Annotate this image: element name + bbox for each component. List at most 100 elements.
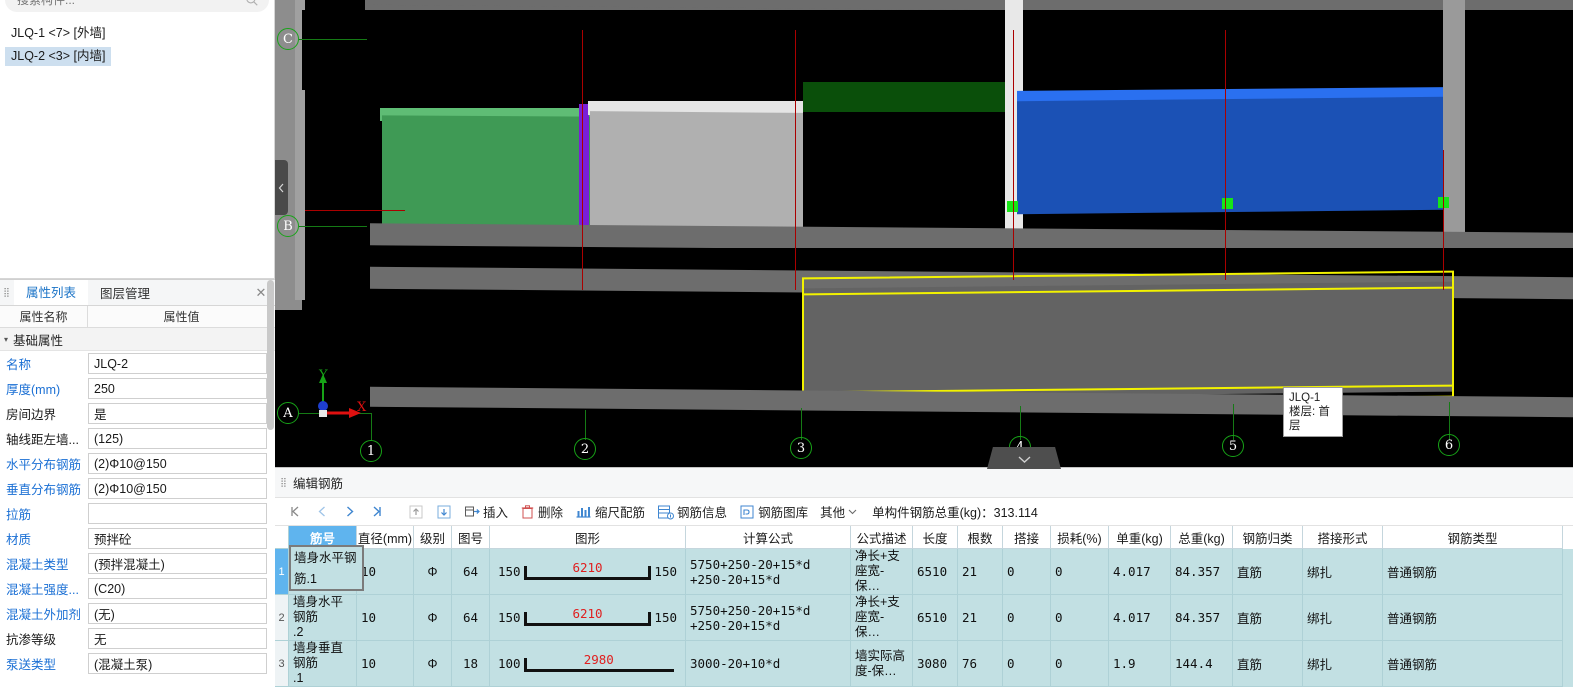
column-header[interactable]: 钢筋归类 (1233, 526, 1303, 549)
cell-diameter[interactable]: 10 (357, 595, 414, 641)
cell-length[interactable]: 3080 (913, 641, 958, 687)
drag-grip-icon[interactable]: ⣿ (0, 280, 14, 305)
property-value-field[interactable]: 预拌砼 (88, 528, 267, 549)
cell-total-weight[interactable]: 144.4 (1171, 641, 1233, 687)
property-value-field[interactable]: (2)Φ10@150 (88, 478, 267, 499)
grid-bubble-c[interactable]: C (277, 28, 299, 50)
cell-loss[interactable]: 0 (1051, 549, 1109, 595)
cell-edit-tooltip[interactable]: 墙身水平钢筋.1 (289, 545, 364, 591)
table-row[interactable]: 2 墙身水平钢筋 .2 10 Φ 64 150 6210 150 5750+250-20+15*d… (275, 595, 1573, 641)
tab-property-list[interactable]: 属性列表 (14, 280, 89, 305)
cell-unit-weight[interactable]: 4.017 (1109, 549, 1171, 595)
cell-length[interactable]: 6510 (913, 595, 958, 641)
model-3d-viewport[interactable]: C B A 1 2 3 4 5 6 Y X JLQ-1 楼层: 首层 (275, 0, 1573, 467)
selection-handle[interactable] (1222, 198, 1233, 209)
formula-description-cell[interactable]: 墙实际高 度-保… (851, 641, 913, 687)
cell-fig-no[interactable]: 64 (452, 595, 490, 641)
cell-lap-form[interactable]: 绑扎 (1303, 549, 1383, 595)
cell-count[interactable]: 21 (958, 549, 1003, 595)
column-header[interactable]: 钢筋类型 (1383, 526, 1563, 549)
cell-classification[interactable]: 直筋 (1233, 595, 1303, 641)
property-value-field[interactable] (88, 503, 267, 524)
cell-classification[interactable]: 直筋 (1233, 641, 1303, 687)
formula-cell[interactable]: 5750+250-20+15*d +250-20+15*d (686, 549, 851, 595)
cell-lap-form[interactable]: 绑扎 (1303, 595, 1383, 641)
prev-page-icon[interactable] (310, 500, 335, 524)
column-header[interactable]: 总重(kg) (1171, 526, 1233, 549)
property-group-basic[interactable]: ▾ 基础属性 (0, 328, 275, 351)
formula-description-cell[interactable]: 净长+支 座宽-保… (851, 549, 913, 595)
cell-grade[interactable]: Φ (414, 549, 452, 595)
column-header[interactable]: 公式描述 (851, 526, 913, 549)
property-value-field[interactable]: 无 (88, 628, 267, 649)
cell-rebar-type[interactable]: 普通钢筋 (1383, 641, 1563, 687)
formula-cell[interactable]: 3000-20+10*d (686, 641, 851, 687)
rebar-info-button[interactable]: 钢筋信息 (652, 500, 732, 524)
property-value-field[interactable]: 是 (88, 403, 267, 424)
delete-button[interactable]: 删除 (515, 500, 568, 524)
cell-diameter[interactable]: 10 (357, 641, 414, 687)
cell-diameter[interactable]: 10 (357, 549, 414, 595)
column-header[interactable]: 单重(kg) (1109, 526, 1171, 549)
row-number[interactable]: 1 (275, 549, 289, 595)
other-menu-button[interactable]: 其他 (815, 500, 862, 524)
column-header[interactable]: 直径(mm) (357, 526, 414, 549)
cell-lap-form[interactable]: 绑扎 (1303, 641, 1383, 687)
cell-lap[interactable]: 0 (1003, 641, 1051, 687)
next-page-icon[interactable] (337, 500, 362, 524)
table-row[interactable]: 3 墙身垂直钢筋 .1 10 Φ 18 100 2980 3000-20+10*d 墙实际高 度-保… (275, 641, 1573, 687)
first-page-icon[interactable] (283, 500, 308, 524)
property-value-field[interactable]: (混凝土泵) (88, 653, 267, 674)
cell-fig-no[interactable]: 64 (452, 549, 490, 595)
cell-loss[interactable]: 0 (1051, 595, 1109, 641)
cell-lap[interactable]: 0 (1003, 549, 1051, 595)
formula-description-cell[interactable]: 净长+支 座宽-保… (851, 595, 913, 641)
rebar-number-cell[interactable]: 墙身水平钢筋 .2 (289, 595, 357, 641)
grid-bubble-2[interactable]: 2 (574, 438, 596, 460)
grid-bubble-3[interactable]: 3 (790, 437, 812, 459)
properties-scroll-thumb[interactable] (267, 280, 274, 430)
cell-grade[interactable]: Φ (414, 641, 452, 687)
column-header[interactable]: 级别 (414, 526, 452, 549)
property-value-field[interactable]: (C20) (88, 578, 267, 599)
search-icon[interactable] (245, 0, 259, 7)
cell-rebar-type[interactable]: 普通钢筋 (1383, 595, 1563, 641)
column-header[interactable]: 长度 (913, 526, 958, 549)
property-value-field[interactable]: (2)Φ10@150 (88, 453, 267, 474)
property-value-field[interactable]: JLQ-2 (88, 353, 267, 374)
property-value-field[interactable]: (125) (88, 428, 267, 449)
property-value-field[interactable]: (无) (88, 603, 267, 624)
grid-bubble-b[interactable]: B (277, 215, 299, 237)
move-up-icon[interactable] (403, 500, 429, 524)
column-header[interactable]: 图形 (490, 526, 686, 549)
column-header[interactable]: 搭接形式 (1303, 526, 1383, 549)
viewport-collapse-handle[interactable] (275, 160, 288, 215)
row-number[interactable]: 3 (275, 641, 289, 687)
cell-total-weight[interactable]: 84.357 (1171, 595, 1233, 641)
table-row[interactable]: 1墙身水平钢筋.110Φ6415062101505750+250-20+15*d… (275, 549, 1573, 595)
column-header[interactable]: 根数 (958, 526, 1003, 549)
cell-unit-weight[interactable]: 4.017 (1109, 595, 1171, 641)
cell-unit-weight[interactable]: 1.9 (1109, 641, 1171, 687)
search-box[interactable] (5, 0, 269, 12)
move-down-icon[interactable] (431, 500, 457, 524)
tab-layer-manager[interactable]: 图层管理 (88, 280, 162, 305)
insert-button[interactable]: 插入 (459, 500, 513, 524)
column-header[interactable]: 搭接 (1003, 526, 1051, 549)
cell-rebar-type[interactable]: 普通钢筋 (1383, 549, 1563, 595)
column-header[interactable]: 图号 (452, 526, 490, 549)
scale-rebar-button[interactable]: 缩尺配筋 (570, 500, 650, 524)
tree-item-jlq-2[interactable]: JLQ-2 <3> [内墙] (5, 47, 112, 66)
row-number[interactable]: 2 (275, 595, 289, 641)
grid-bubble-6[interactable]: 6 (1438, 434, 1460, 456)
property-value-field[interactable]: (预拌混凝土) (88, 553, 267, 574)
cell-count[interactable]: 21 (958, 595, 1003, 641)
tree-item-jlq-1[interactable]: JLQ-1 <7> [外墙] (5, 24, 111, 43)
property-value-field[interactable]: 250 (88, 378, 267, 399)
viewport-bottom-handle[interactable] (987, 447, 1061, 469)
column-header[interactable]: 计算公式 (686, 526, 851, 549)
cell-total-weight[interactable]: 84.357 (1171, 549, 1233, 595)
cell-lap[interactable]: 0 (1003, 595, 1051, 641)
cell-fig-no[interactable]: 18 (452, 641, 490, 687)
grid-bubble-1[interactable]: 1 (360, 440, 382, 462)
